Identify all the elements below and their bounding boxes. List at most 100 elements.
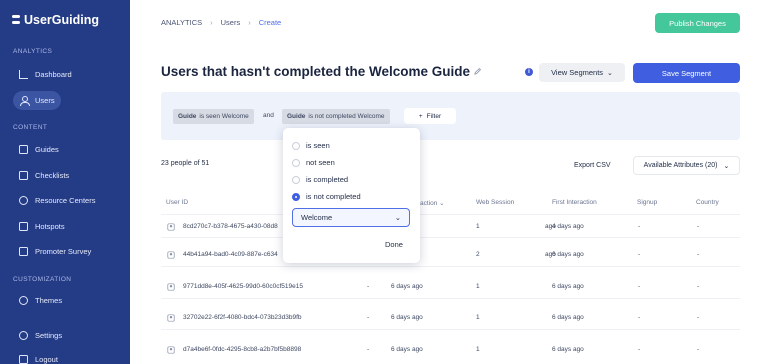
sidebar-item-label: Resource Centers: [35, 196, 96, 205]
user-id-cell[interactable]: 32702e22-6f2f-4080-bdc4-073b23d3b9fb: [183, 314, 302, 321]
people-count: 23 people of 51: [161, 160, 210, 167]
available-attributes-dropdown[interactable]: Available Attributes (20) ⌄: [633, 156, 740, 175]
sidebar-item-themes[interactable]: Themes: [13, 291, 68, 310]
last-interaction-cell: 6 days ago: [391, 314, 423, 321]
sidebar-item-label: Checklists: [35, 171, 70, 180]
sidebar-item-hotspots[interactable]: Hotspots: [13, 217, 71, 236]
table-row[interactable]: d7a4be6f-0fdc-4295-8cb8-a2b7bf5b8898 - 6…: [161, 338, 740, 362]
dash-cell: -: [367, 346, 370, 353]
pencil-icon[interactable]: [473, 67, 482, 76]
column-header-country[interactable]: Country: [696, 199, 719, 206]
column-header-label: action: [420, 200, 438, 207]
user-icon: [167, 251, 175, 259]
guide-select-value: Welcome: [301, 213, 333, 222]
sidebar-item-settings[interactable]: Settings: [13, 326, 68, 345]
user-id-cell[interactable]: d7a4be6f-0fdc-4295-8cb8-a2b7bf5b8898: [183, 346, 301, 353]
view-segments-label: View Segments: [551, 68, 604, 77]
survey-icon: [19, 247, 28, 256]
country-cell: -: [697, 346, 700, 353]
radio-checked-icon[interactable]: [292, 192, 300, 201]
page-title: Users that hasn't completed the Welcome …: [161, 64, 471, 79]
chart-icon: [19, 70, 28, 79]
filter-chip-guide-not-completed[interactable]: Guide is not completed Welcome: [282, 109, 390, 124]
radio-icon[interactable]: [292, 158, 300, 167]
user-id-cell[interactable]: 9771dd8e-405f-4625-99d0-60c0cf519e15: [183, 283, 303, 290]
web-session-cell: 1: [476, 346, 480, 353]
add-filter-button[interactable]: + Filter: [404, 108, 456, 124]
column-header-first-interaction[interactable]: First Interaction: [552, 199, 597, 206]
user-icon: [19, 96, 30, 106]
user-icon: [167, 346, 175, 354]
dash-cell: -: [367, 314, 370, 321]
table-row[interactable]: 8cd270c7-b378-4675-a430-08d8 ago 1 4 day…: [161, 214, 740, 238]
done-button[interactable]: Done: [385, 240, 403, 249]
option-not-seen[interactable]: not seen: [292, 158, 335, 167]
chevron-right-icon: ›: [248, 18, 251, 27]
chip-key: Guide: [287, 113, 306, 120]
radio-icon[interactable]: [292, 141, 300, 150]
sidebar-item-label: Guides: [35, 145, 59, 154]
option-is-seen[interactable]: is seen: [292, 141, 330, 150]
sidebar-item-checklists[interactable]: Checklists: [13, 166, 75, 185]
save-segment-button[interactable]: Save Segment: [633, 63, 740, 83]
chip-key: Guide: [178, 113, 197, 120]
option-is-completed[interactable]: is completed: [292, 175, 348, 184]
option-is-not-completed[interactable]: is not completed: [292, 192, 361, 201]
chip-value: is not completed Welcome: [308, 113, 385, 120]
filter-condition-popover: is seen not seen is completed is not com…: [283, 128, 420, 263]
sidebar-item-label: Promoter Survey: [35, 247, 92, 256]
breadcrumb-analytics[interactable]: ANALYTICS: [161, 18, 202, 27]
signup-cell: -: [638, 314, 641, 321]
web-session-cell: 1: [476, 314, 480, 321]
last-interaction-cell: 6 days ago: [391, 283, 423, 290]
hotspot-icon: [19, 222, 28, 231]
sidebar-item-dashboard[interactable]: Dashboard: [13, 65, 78, 84]
radio-icon[interactable]: [292, 175, 300, 184]
web-session-cell: 1: [476, 283, 480, 290]
user-icon: [167, 283, 175, 291]
last-interaction-cell: 6 days ago: [391, 346, 423, 353]
column-header-last-interaction[interactable]: action ⌄: [420, 199, 445, 207]
table-row[interactable]: 9771dd8e-405f-4625-99d0-60c0cf519e15 - 6…: [161, 275, 740, 299]
table-row[interactable]: 32702e22-6f2f-4080-bdc4-073b23d3b9fb - 6…: [161, 306, 740, 330]
filter-chip-guide-seen[interactable]: Guide is seen Welcome: [173, 109, 254, 124]
option-label: not seen: [306, 158, 335, 167]
breadcrumb: ANALYTICS › Users › Create: [161, 18, 281, 27]
sidebar-item-logout[interactable]: Logout: [13, 350, 64, 364]
column-header-signup[interactable]: Signup: [637, 199, 657, 206]
sidebar-item-resource-centers[interactable]: Resource Centers: [13, 191, 101, 210]
sidebar-item-label: Themes: [35, 296, 63, 305]
user-id-cell[interactable]: 8cd270c7-b378-4675-a430-08d8: [183, 223, 278, 230]
signup-cell: -: [638, 283, 641, 290]
user-id-cell[interactable]: 44b41a94-bad0-4c09-887e-c634: [183, 251, 278, 258]
sidebar-item-users[interactable]: Users: [13, 91, 61, 110]
option-label: is seen: [306, 141, 330, 150]
section-label-content: CONTENT: [13, 124, 48, 131]
table-row[interactable]: 44b41a94-bad0-4c09-887e-c634 ago 2 6 day…: [161, 243, 740, 267]
user-icon: [167, 223, 175, 231]
column-header-web-session[interactable]: Web Session: [476, 199, 514, 206]
publish-changes-button[interactable]: Publish Changes: [655, 13, 740, 33]
view-segments-dropdown[interactable]: View Segments ⌄: [539, 63, 625, 82]
logo-icon: [12, 13, 20, 27]
sidebar-item-label: Settings: [35, 331, 63, 340]
info-icon[interactable]: i: [525, 68, 533, 76]
sidebar: UserGuiding ANALYTICS Dashboard Users CO…: [0, 0, 130, 364]
userguiding-logo[interactable]: UserGuiding: [12, 13, 99, 27]
breadcrumb-users[interactable]: Users: [221, 18, 241, 27]
guide-icon: [19, 145, 28, 154]
country-cell: -: [697, 251, 700, 258]
and-label: and: [263, 112, 274, 119]
export-csv-button[interactable]: Export CSV: [574, 162, 611, 169]
available-attributes-label: Available Attributes (20): [643, 162, 718, 169]
column-header-user-id[interactable]: User ID: [166, 199, 188, 206]
filter-panel: Guide is seen Welcome and Guide is not c…: [161, 92, 740, 140]
sidebar-item-promoter-survey[interactable]: Promoter Survey: [13, 242, 97, 261]
main-content: ANALYTICS › Users › Create Publish Chang…: [130, 0, 768, 364]
user-icon: [167, 314, 175, 322]
sidebar-item-guides[interactable]: Guides: [13, 140, 65, 159]
add-filter-label: Filter: [426, 112, 442, 120]
guide-select[interactable]: Welcome ⌄: [292, 208, 410, 227]
web-session-cell: 1: [476, 223, 480, 230]
chevron-down-icon: ⌄: [394, 213, 401, 222]
